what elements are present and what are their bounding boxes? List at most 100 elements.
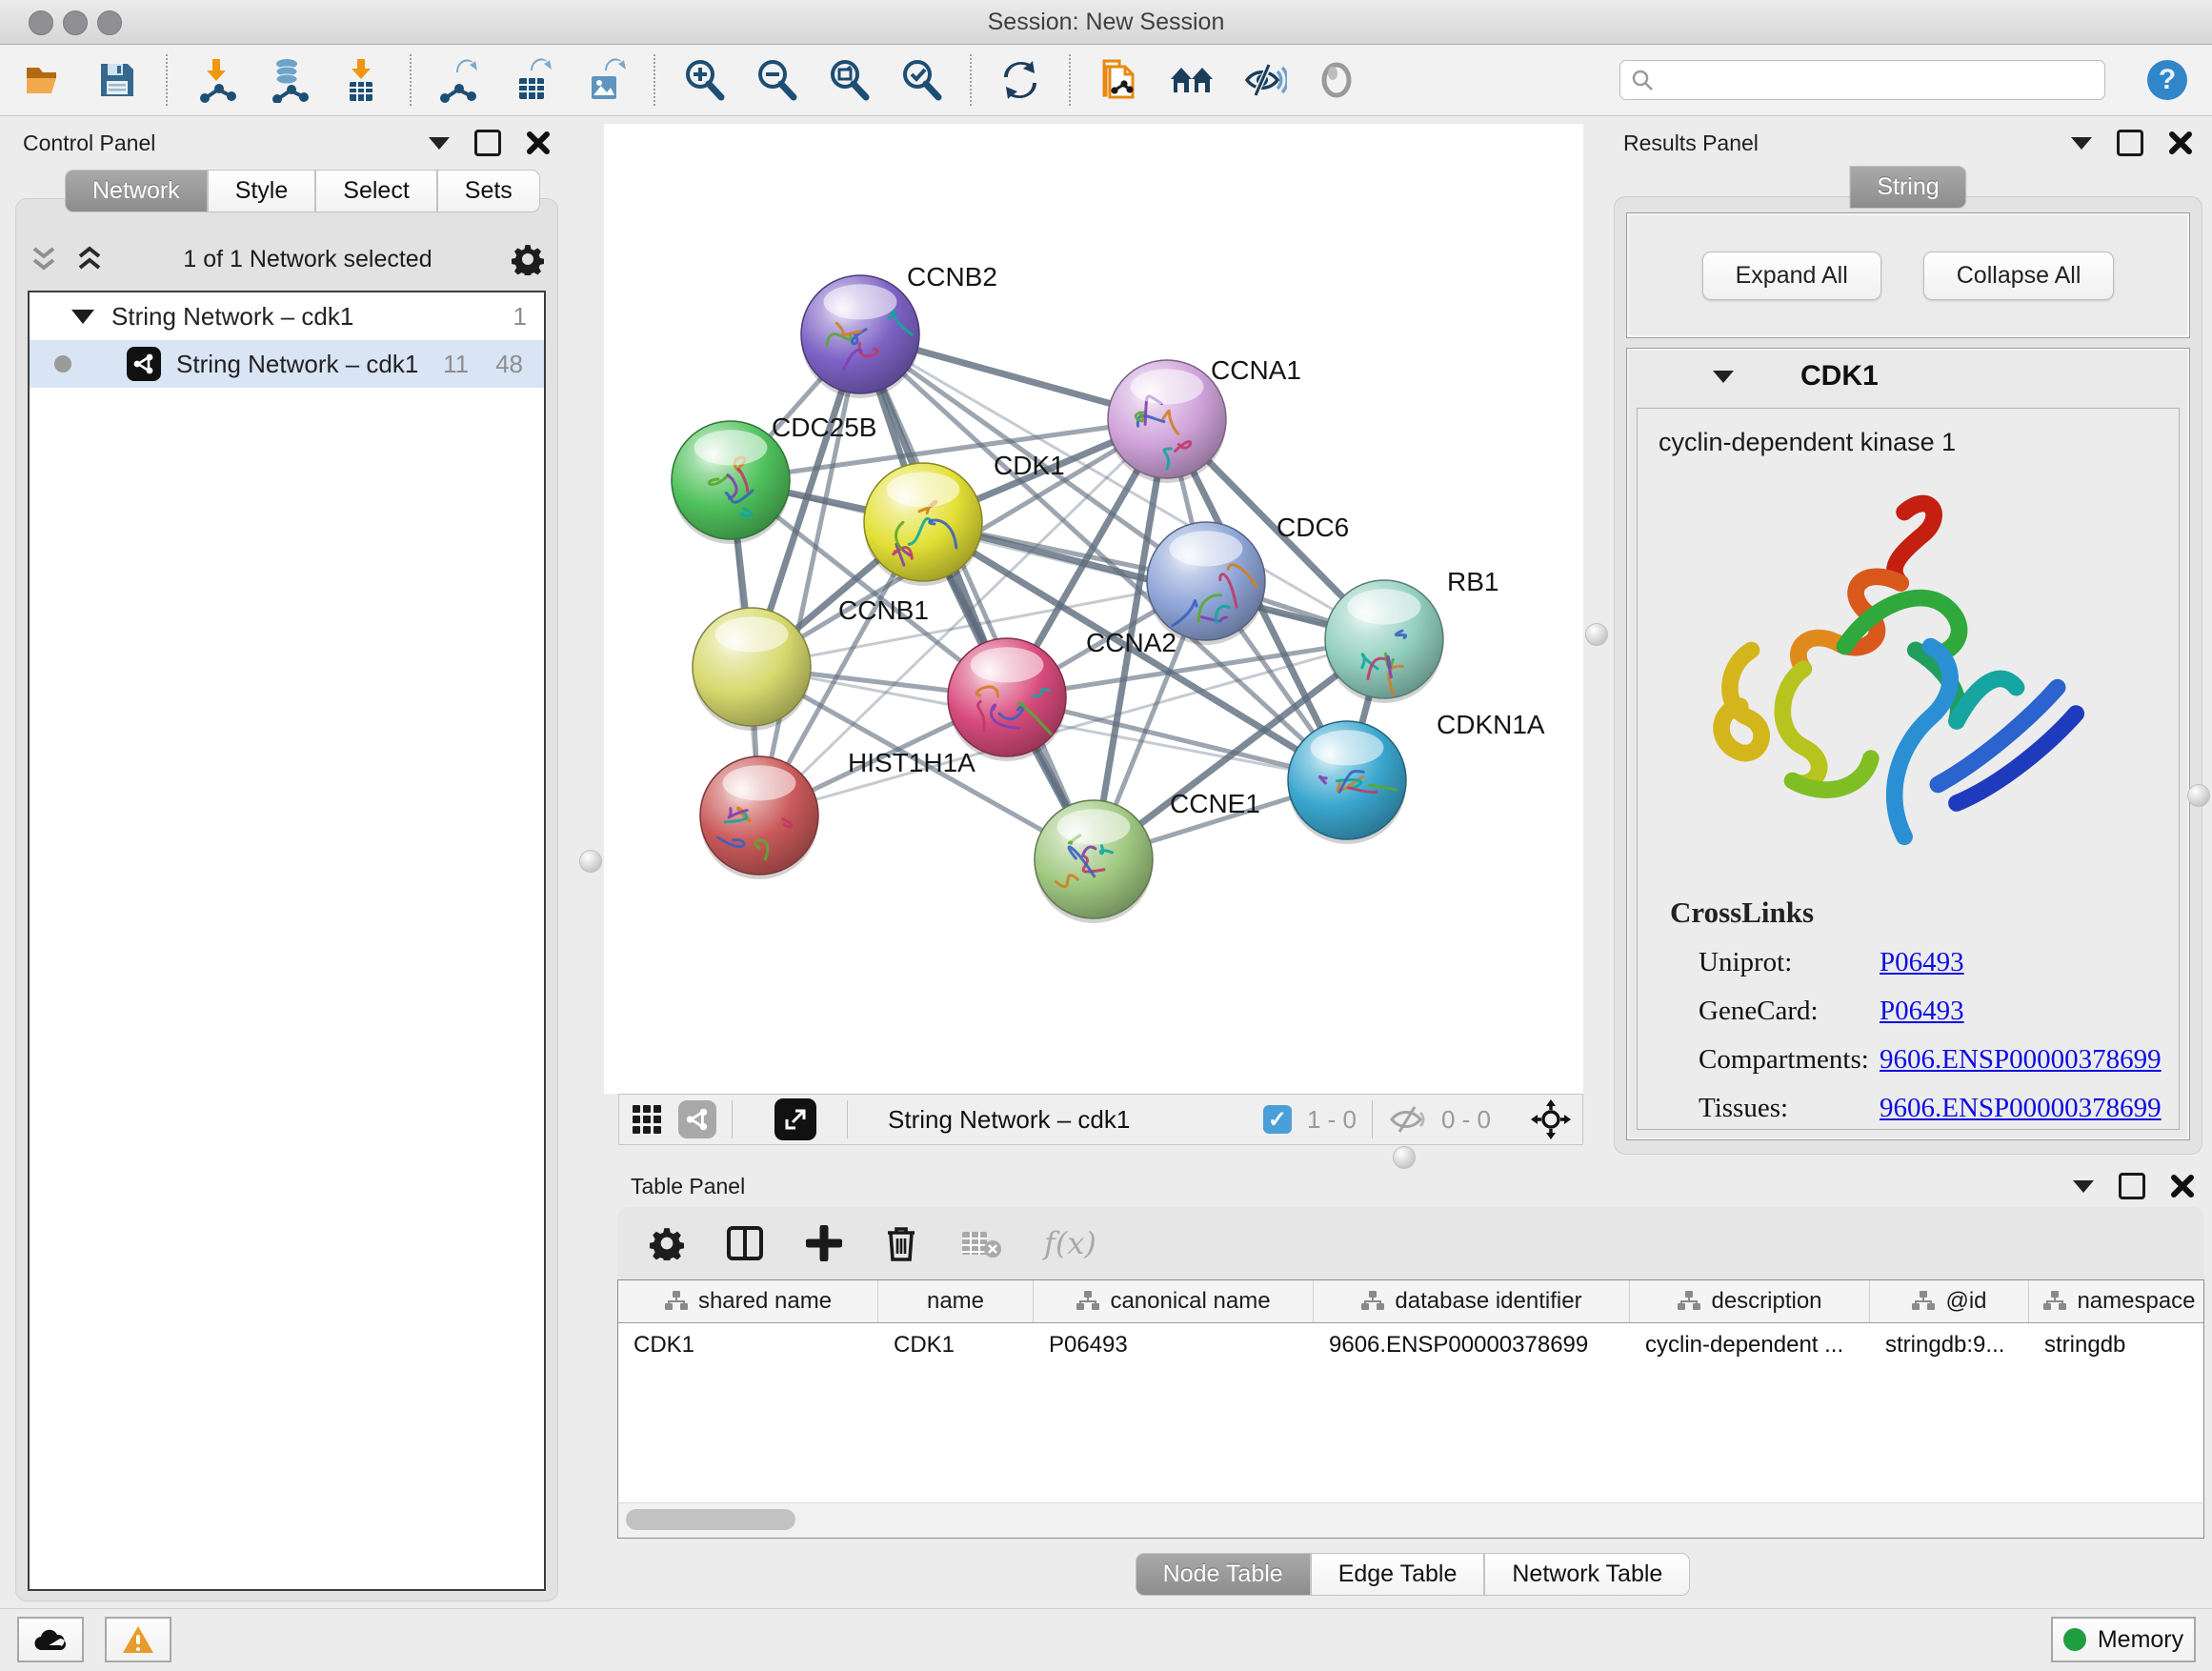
crosslink-value-link[interactable]: 9606.ENSP00000378699: [1880, 1093, 2162, 1124]
network-share-icon[interactable]: [678, 1100, 716, 1138]
edge-CCNB2-HIST1H1A[interactable]: [759, 334, 860, 815]
tab-style[interactable]: Style: [208, 170, 316, 212]
left-splitter-handle[interactable]: [579, 850, 602, 873]
float-panel-icon[interactable]: [2119, 1173, 2145, 1199]
help-button[interactable]: ?: [2143, 56, 2191, 104]
tab-edge-table[interactable]: Edge Table: [1311, 1553, 1485, 1596]
table-options-gear-icon[interactable]: [650, 1226, 684, 1260]
tab-network-table[interactable]: Network Table: [1484, 1553, 1690, 1596]
hidden-eye-icon[interactable]: [1388, 1103, 1426, 1136]
table-cell[interactable]: CDK1: [878, 1323, 1034, 1367]
node-position-reset-icon[interactable]: [1531, 1099, 1571, 1139]
network-options-gear-icon[interactable]: [512, 243, 544, 275]
edge-splitter-handle[interactable]: [2187, 784, 2210, 807]
table-cell[interactable]: P06493: [1034, 1323, 1314, 1367]
zoom-out-button[interactable]: [753, 56, 800, 104]
network-row[interactable]: String Network – cdk1 11 48: [30, 340, 544, 388]
column-header-namespace[interactable]: namespace: [2029, 1280, 2204, 1322]
node-RB1[interactable]: [1325, 580, 1443, 703]
warnings-button[interactable]: [105, 1617, 171, 1662]
network-collection-row[interactable]: String Network – cdk1 1: [30, 292, 544, 340]
import-network-from-database-button[interactable]: [265, 56, 312, 104]
scrollbar-thumb[interactable]: [626, 1509, 795, 1530]
delete-table-icon[interactable]: [960, 1228, 1002, 1258]
gene-expander-icon[interactable]: [1713, 371, 1734, 383]
close-panel-icon[interactable]: [2168, 131, 2193, 155]
tab-string[interactable]: String: [1849, 166, 1966, 209]
column-header-description[interactable]: description: [1630, 1280, 1870, 1322]
collapse-all-button[interactable]: Collapse All: [1923, 252, 2115, 300]
selected-checkbox-icon[interactable]: ✓: [1263, 1105, 1292, 1134]
lens-button[interactable]: [1313, 56, 1360, 104]
node-CDC6[interactable]: [1147, 522, 1265, 645]
birdseye-grid-icon[interactable]: [631, 1103, 663, 1136]
zoom-in-button[interactable]: [680, 56, 728, 104]
protein-structure-image[interactable]: [1638, 471, 2179, 871]
column-header-shared-name[interactable]: shared name: [618, 1280, 878, 1322]
apply-layout-button[interactable]: [996, 56, 1044, 104]
node-CCNA2[interactable]: [948, 638, 1066, 761]
collapse-all-networks-icon[interactable]: [30, 243, 58, 275]
delete-column-trash-icon[interactable]: [884, 1224, 918, 1262]
gene-section-header[interactable]: CDK1: [1627, 349, 2189, 404]
crosslink-value-link[interactable]: P06493: [1880, 947, 1964, 978]
enhanced-graphics-toggle-button[interactable]: [1240, 56, 1288, 104]
node-CDK1[interactable]: [864, 463, 982, 586]
table-cell[interactable]: CDK1: [618, 1323, 878, 1367]
add-column-icon[interactable]: [806, 1225, 842, 1261]
node-HIST1H1A[interactable]: [700, 756, 818, 879]
save-session-button[interactable]: [93, 56, 141, 104]
close-panel-icon[interactable]: [2170, 1174, 2195, 1198]
tab-network[interactable]: Network: [65, 170, 208, 212]
zoom-fit-button[interactable]: [825, 56, 873, 104]
float-panel-icon[interactable]: [2117, 130, 2143, 156]
horizontal-splitter-handle[interactable]: [1393, 1146, 1416, 1169]
node-CCNE1[interactable]: [1035, 800, 1153, 923]
float-panel-icon[interactable]: [474, 130, 501, 156]
string-home-button[interactable]: [1168, 56, 1216, 104]
node-CCNB2[interactable]: [801, 275, 919, 398]
panel-menu-icon[interactable]: [2073, 1180, 2094, 1193]
node-CDKN1A[interactable]: [1288, 721, 1406, 844]
column-header-name[interactable]: name: [878, 1280, 1034, 1322]
import-network-button[interactable]: [192, 56, 240, 104]
column-header-database-identifier[interactable]: database identifier: [1314, 1280, 1630, 1322]
table-cell[interactable]: cyclin-dependent ...: [1630, 1323, 1870, 1367]
right-splitter-handle[interactable]: [1585, 623, 1608, 646]
table-cell[interactable]: stringdb:9...: [1870, 1323, 2029, 1367]
tab-select[interactable]: Select: [315, 170, 436, 212]
table-cell[interactable]: 9606.ENSP00000378699: [1314, 1323, 1630, 1367]
search-input[interactable]: [1662, 66, 2095, 94]
expand-all-networks-icon[interactable]: [75, 243, 104, 275]
open-in-window-icon[interactable]: [774, 1098, 816, 1140]
show-columns-icon[interactable]: [726, 1225, 764, 1261]
cloud-status-button[interactable]: [17, 1617, 84, 1662]
tab-node-table[interactable]: Node Table: [1136, 1553, 1311, 1596]
node-CCNB1[interactable]: [693, 608, 811, 731]
tab-sets[interactable]: Sets: [437, 170, 540, 212]
crosslink-value-link[interactable]: P06493: [1880, 996, 1964, 1027]
open-session-button[interactable]: [21, 56, 69, 104]
column-header-@id[interactable]: @id: [1870, 1280, 2029, 1322]
memory-button[interactable]: Memory: [2051, 1617, 2196, 1662]
column-header-canonical-name[interactable]: canonical name: [1034, 1280, 1314, 1322]
panel-menu-icon[interactable]: [429, 137, 450, 150]
network-from-clipboard-button[interactable]: [1096, 56, 1143, 104]
table-row[interactable]: CDK1CDK1P064939606.ENSP00000378699cyclin…: [618, 1323, 2203, 1367]
network-canvas[interactable]: CCNB2CCNA1CDC25BCDK1CDC6RB1CCNB1CCNA2CDK…: [604, 124, 1583, 1094]
function-builder-button[interactable]: f(x): [1044, 1225, 1096, 1261]
collection-expander-icon[interactable]: [71, 310, 94, 324]
table-horizontal-scrollbar[interactable]: [617, 1502, 2204, 1539]
import-table-button[interactable]: [337, 56, 385, 104]
node-CCNA1[interactable]: [1108, 360, 1226, 483]
zoom-selected-button[interactable]: [897, 56, 945, 104]
panel-menu-icon[interactable]: [2071, 137, 2092, 150]
toolbar-search[interactable]: [1619, 60, 2105, 100]
expand-all-button[interactable]: Expand All: [1702, 252, 1881, 300]
export-image-button[interactable]: [581, 56, 629, 104]
crosslink-value-link[interactable]: 9606.ENSP00000378699: [1880, 1044, 2162, 1076]
close-panel-icon[interactable]: [526, 131, 551, 155]
node-table[interactable]: shared namenamecanonical namedatabase id…: [617, 1279, 2204, 1539]
export-network-button[interactable]: [436, 56, 484, 104]
table-cell[interactable]: stringdb: [2029, 1323, 2204, 1367]
